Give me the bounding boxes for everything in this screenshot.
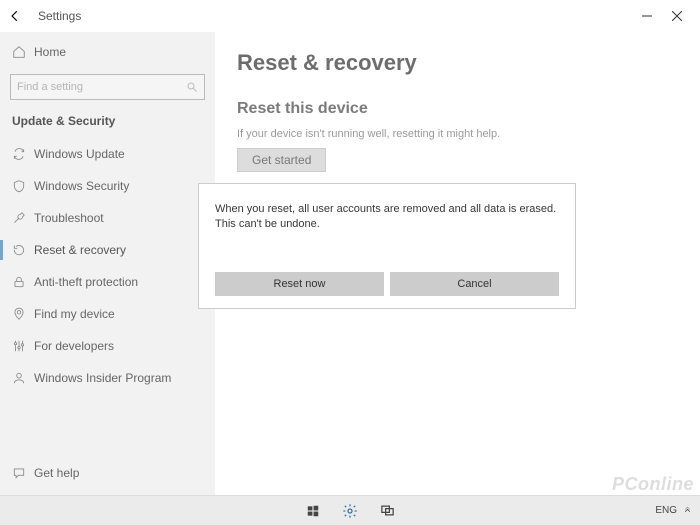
sidebar-item-label: For developers [34,339,114,353]
sidebar-item-home[interactable]: Home [0,36,215,68]
sliders-icon [12,339,34,353]
sidebar-item-windows-update[interactable]: Windows Update [0,138,215,170]
titlebar: Settings [0,0,700,32]
wrench-icon [12,211,34,225]
tray-chevron-icon[interactable] [683,506,692,515]
sidebar-item-label: Troubleshoot [34,211,104,225]
get-started-button[interactable]: Get started [237,148,326,172]
recovery-icon [12,243,34,257]
sidebar-item-label: Get help [34,466,79,480]
taskview-icon[interactable] [380,503,395,518]
cancel-button[interactable]: Cancel [390,272,559,296]
sidebar-item-get-help[interactable]: Get help [0,457,215,489]
sidebar-item-label: Windows Security [34,179,129,193]
sidebar: Home Update & Security Windows Update [0,32,215,495]
tray-language[interactable]: ENG [655,505,677,516]
sidebar-item-find-my-device[interactable]: Find my device [0,298,215,330]
window-title: Settings [38,9,81,23]
reset-confirm-dialog: When you reset, all user accounts are re… [198,183,576,309]
sidebar-item-label: Reset & recovery [34,243,126,257]
sidebar-item-for-developers[interactable]: For developers [0,330,215,362]
sidebar-item-troubleshoot[interactable]: Troubleshoot [0,202,215,234]
reset-now-button[interactable]: Reset now [215,272,384,296]
shield-icon [12,179,34,193]
location-icon [12,307,34,321]
home-icon [12,45,34,59]
lock-icon [12,275,34,289]
search-icon [186,81,198,93]
sidebar-item-windows-security[interactable]: Windows Security [0,170,215,202]
sidebar-item-anti-theft[interactable]: Anti-theft protection [0,266,215,298]
sidebar-section-header: Update & Security [0,108,215,138]
settings-taskbar-icon[interactable] [342,503,358,519]
sidebar-item-reset-recovery[interactable]: Reset & recovery [0,234,215,266]
sidebar-item-label: Windows Update [34,147,125,161]
sidebar-item-label: Find my device [34,307,115,321]
sidebar-item-label: Anti-theft protection [34,275,138,289]
sidebar-item-insider[interactable]: Windows Insider Program [0,362,215,394]
sidebar-item-label: Home [34,45,66,59]
search-input[interactable] [10,74,205,100]
back-button[interactable] [8,9,28,23]
sidebar-item-label: Windows Insider Program [34,371,171,385]
section-description: If your device isn't running well, reset… [237,128,690,140]
taskbar: ENG [0,495,700,525]
page-title: Reset & recovery [237,50,690,76]
section-title: Reset this device [237,100,690,118]
start-icon[interactable] [306,504,320,518]
dialog-message: When you reset, all user accounts are re… [215,198,559,272]
chat-icon [12,466,34,480]
close-button[interactable] [662,0,692,32]
sync-icon [12,147,34,161]
person-icon [12,371,34,385]
minimize-button[interactable] [632,0,662,32]
system-tray[interactable]: ENG [655,505,692,516]
